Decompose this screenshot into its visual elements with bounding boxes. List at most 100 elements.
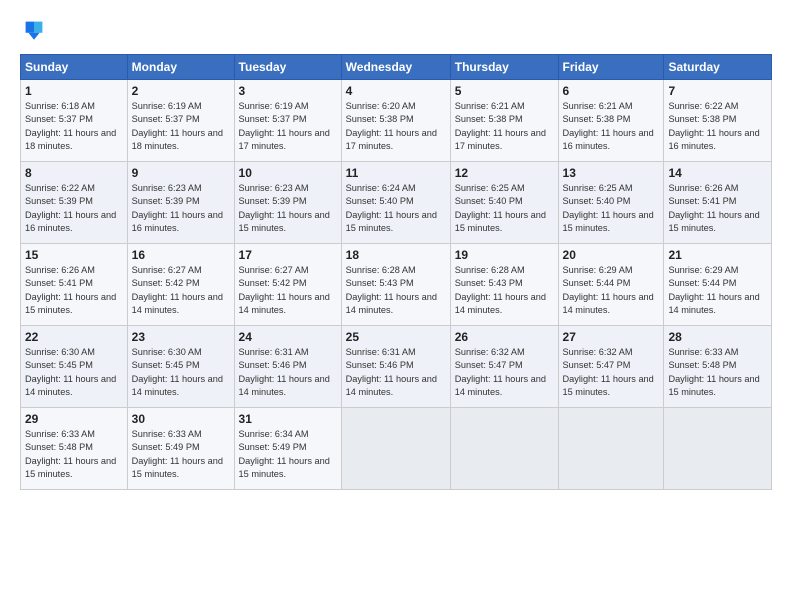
day-number: 28	[668, 330, 767, 344]
day-number: 1	[25, 84, 123, 98]
calendar-cell: 19 Sunrise: 6:28 AMSunset: 5:43 PMDayligh…	[450, 244, 558, 326]
calendar-cell	[341, 408, 450, 490]
calendar-cell: 15 Sunrise: 6:26 AMSunset: 5:41 PMDayligh…	[21, 244, 128, 326]
calendar-cell: 3Sunrise: 6:19 AMSunset: 5:37 PMDaylight…	[234, 80, 341, 162]
day-number: 21	[668, 248, 767, 262]
calendar-cell: 23 Sunrise: 6:30 AMSunset: 5:45 PMDayligh…	[127, 326, 234, 408]
calendar-cell: 12 Sunrise: 6:25 AMSunset: 5:40 PMDayligh…	[450, 162, 558, 244]
day-info: Sunrise: 6:19 AMSunset: 5:37 PMDaylight:…	[132, 101, 223, 151]
day-number: 13	[563, 166, 660, 180]
calendar-cell: 22Sunrise: 6:30 AMSunset: 5:45 PMDayligh…	[21, 326, 128, 408]
day-info: Sunrise: 6:21 AMSunset: 5:38 PMDaylight:…	[455, 101, 546, 151]
day-number: 29	[25, 412, 123, 426]
calendar-cell: 30 Sunrise: 6:33 AMSunset: 5:49 PMDayligh…	[127, 408, 234, 490]
day-info: Sunrise: 6:20 AMSunset: 5:38 PMDaylight:…	[346, 101, 437, 151]
calendar-cell: 27 Sunrise: 6:32 AMSunset: 5:47 PMDayligh…	[558, 326, 664, 408]
calendar-day-header: Tuesday	[234, 55, 341, 80]
day-number: 20	[563, 248, 660, 262]
calendar-day-header: Saturday	[664, 55, 772, 80]
day-info: Sunrise: 6:23 AMSunset: 5:39 PMDaylight:…	[239, 183, 330, 233]
day-info: Sunrise: 6:33 AMSunset: 5:49 PMDaylight:…	[132, 429, 223, 479]
day-info: Sunrise: 6:26 AMSunset: 5:41 PMDaylight:…	[25, 265, 116, 315]
day-number: 30	[132, 412, 230, 426]
calendar-header-row: SundayMondayTuesdayWednesdayThursdayFrid…	[21, 55, 772, 80]
calendar-week-row: 15 Sunrise: 6:26 AMSunset: 5:41 PMDayligh…	[21, 244, 772, 326]
day-number: 16	[132, 248, 230, 262]
calendar-week-row: 8Sunrise: 6:22 AMSunset: 5:39 PMDaylight…	[21, 162, 772, 244]
day-info: Sunrise: 6:27 AMSunset: 5:42 PMDaylight:…	[239, 265, 330, 315]
day-number: 4	[346, 84, 446, 98]
day-info: Sunrise: 6:31 AMSunset: 5:46 PMDaylight:…	[346, 347, 437, 397]
day-info: Sunrise: 6:24 AMSunset: 5:40 PMDaylight:…	[346, 183, 437, 233]
day-number: 15	[25, 248, 123, 262]
calendar-cell: 10 Sunrise: 6:23 AMSunset: 5:39 PMDayligh…	[234, 162, 341, 244]
calendar-cell: 13 Sunrise: 6:25 AMSunset: 5:40 PMDayligh…	[558, 162, 664, 244]
day-info: Sunrise: 6:30 AMSunset: 5:45 PMDaylight:…	[25, 347, 116, 397]
day-number: 10	[239, 166, 337, 180]
day-number: 18	[346, 248, 446, 262]
calendar-cell	[664, 408, 772, 490]
calendar-cell: 2Sunrise: 6:19 AMSunset: 5:37 PMDaylight…	[127, 80, 234, 162]
day-info: Sunrise: 6:21 AMSunset: 5:38 PMDaylight:…	[563, 101, 654, 151]
day-info: Sunrise: 6:30 AMSunset: 5:45 PMDaylight:…	[132, 347, 223, 397]
calendar-day-header: Monday	[127, 55, 234, 80]
day-info: Sunrise: 6:18 AMSunset: 5:37 PMDaylight:…	[25, 101, 116, 151]
day-number: 7	[668, 84, 767, 98]
calendar-day-header: Wednesday	[341, 55, 450, 80]
calendar-cell: 7 Sunrise: 6:22 AMSunset: 5:38 PMDaylight…	[664, 80, 772, 162]
calendar-cell: 14 Sunrise: 6:26 AMSunset: 5:41 PMDayligh…	[664, 162, 772, 244]
calendar-cell: 9 Sunrise: 6:23 AMSunset: 5:39 PMDaylight…	[127, 162, 234, 244]
day-number: 9	[132, 166, 230, 180]
calendar-cell: 25 Sunrise: 6:31 AMSunset: 5:46 PMDayligh…	[341, 326, 450, 408]
calendar-day-header: Friday	[558, 55, 664, 80]
day-number: 25	[346, 330, 446, 344]
day-number: 17	[239, 248, 337, 262]
calendar-cell: 18 Sunrise: 6:28 AMSunset: 5:43 PMDayligh…	[341, 244, 450, 326]
calendar-cell: 8Sunrise: 6:22 AMSunset: 5:39 PMDaylight…	[21, 162, 128, 244]
day-info: Sunrise: 6:25 AMSunset: 5:40 PMDaylight:…	[455, 183, 546, 233]
day-info: Sunrise: 6:33 AMSunset: 5:48 PMDaylight:…	[668, 347, 759, 397]
day-number: 23	[132, 330, 230, 344]
calendar-cell: 6 Sunrise: 6:21 AMSunset: 5:38 PMDaylight…	[558, 80, 664, 162]
calendar-cell: 5 Sunrise: 6:21 AMSunset: 5:38 PMDaylight…	[450, 80, 558, 162]
calendar-week-row: 1 Sunrise: 6:18 AMSunset: 5:37 PMDaylight…	[21, 80, 772, 162]
day-number: 14	[668, 166, 767, 180]
calendar-cell: 11 Sunrise: 6:24 AMSunset: 5:40 PMDayligh…	[341, 162, 450, 244]
day-info: Sunrise: 6:29 AMSunset: 5:44 PMDaylight:…	[668, 265, 759, 315]
day-number: 5	[455, 84, 554, 98]
calendar-cell: 4 Sunrise: 6:20 AMSunset: 5:38 PMDaylight…	[341, 80, 450, 162]
day-info: Sunrise: 6:32 AMSunset: 5:47 PMDaylight:…	[563, 347, 654, 397]
day-info: Sunrise: 6:34 AMSunset: 5:49 PMDaylight:…	[239, 429, 330, 479]
calendar-day-header: Thursday	[450, 55, 558, 80]
header	[20, 16, 772, 44]
day-info: Sunrise: 6:28 AMSunset: 5:43 PMDaylight:…	[346, 265, 437, 315]
day-number: 6	[563, 84, 660, 98]
calendar-week-row: 29 Sunrise: 6:33 AMSunset: 5:48 PMDayligh…	[21, 408, 772, 490]
calendar-cell	[450, 408, 558, 490]
day-info: Sunrise: 6:28 AMSunset: 5:43 PMDaylight:…	[455, 265, 546, 315]
day-number: 3	[239, 84, 337, 98]
day-number: 8	[25, 166, 123, 180]
day-info: Sunrise: 6:32 AMSunset: 5:47 PMDaylight:…	[455, 347, 546, 397]
day-info: Sunrise: 6:33 AMSunset: 5:48 PMDaylight:…	[25, 429, 116, 479]
calendar-week-row: 22Sunrise: 6:30 AMSunset: 5:45 PMDayligh…	[21, 326, 772, 408]
calendar: SundayMondayTuesdayWednesdayThursdayFrid…	[20, 54, 772, 490]
logo	[20, 16, 52, 44]
day-info: Sunrise: 6:29 AMSunset: 5:44 PMDaylight:…	[563, 265, 654, 315]
day-info: Sunrise: 6:26 AMSunset: 5:41 PMDaylight:…	[668, 183, 759, 233]
calendar-cell: 1 Sunrise: 6:18 AMSunset: 5:37 PMDaylight…	[21, 80, 128, 162]
day-number: 12	[455, 166, 554, 180]
day-number: 27	[563, 330, 660, 344]
day-info: Sunrise: 6:22 AMSunset: 5:38 PMDaylight:…	[668, 101, 759, 151]
day-info: Sunrise: 6:31 AMSunset: 5:46 PMDaylight:…	[239, 347, 330, 397]
calendar-cell	[558, 408, 664, 490]
calendar-cell: 17 Sunrise: 6:27 AMSunset: 5:42 PMDayligh…	[234, 244, 341, 326]
calendar-cell: 21 Sunrise: 6:29 AMSunset: 5:44 PMDayligh…	[664, 244, 772, 326]
calendar-cell: 24Sunrise: 6:31 AMSunset: 5:46 PMDayligh…	[234, 326, 341, 408]
day-info: Sunrise: 6:23 AMSunset: 5:39 PMDaylight:…	[132, 183, 223, 233]
day-number: 26	[455, 330, 554, 344]
day-info: Sunrise: 6:25 AMSunset: 5:40 PMDaylight:…	[563, 183, 654, 233]
calendar-cell: 26 Sunrise: 6:32 AMSunset: 5:47 PMDayligh…	[450, 326, 558, 408]
day-number: 11	[346, 166, 446, 180]
day-number: 19	[455, 248, 554, 262]
